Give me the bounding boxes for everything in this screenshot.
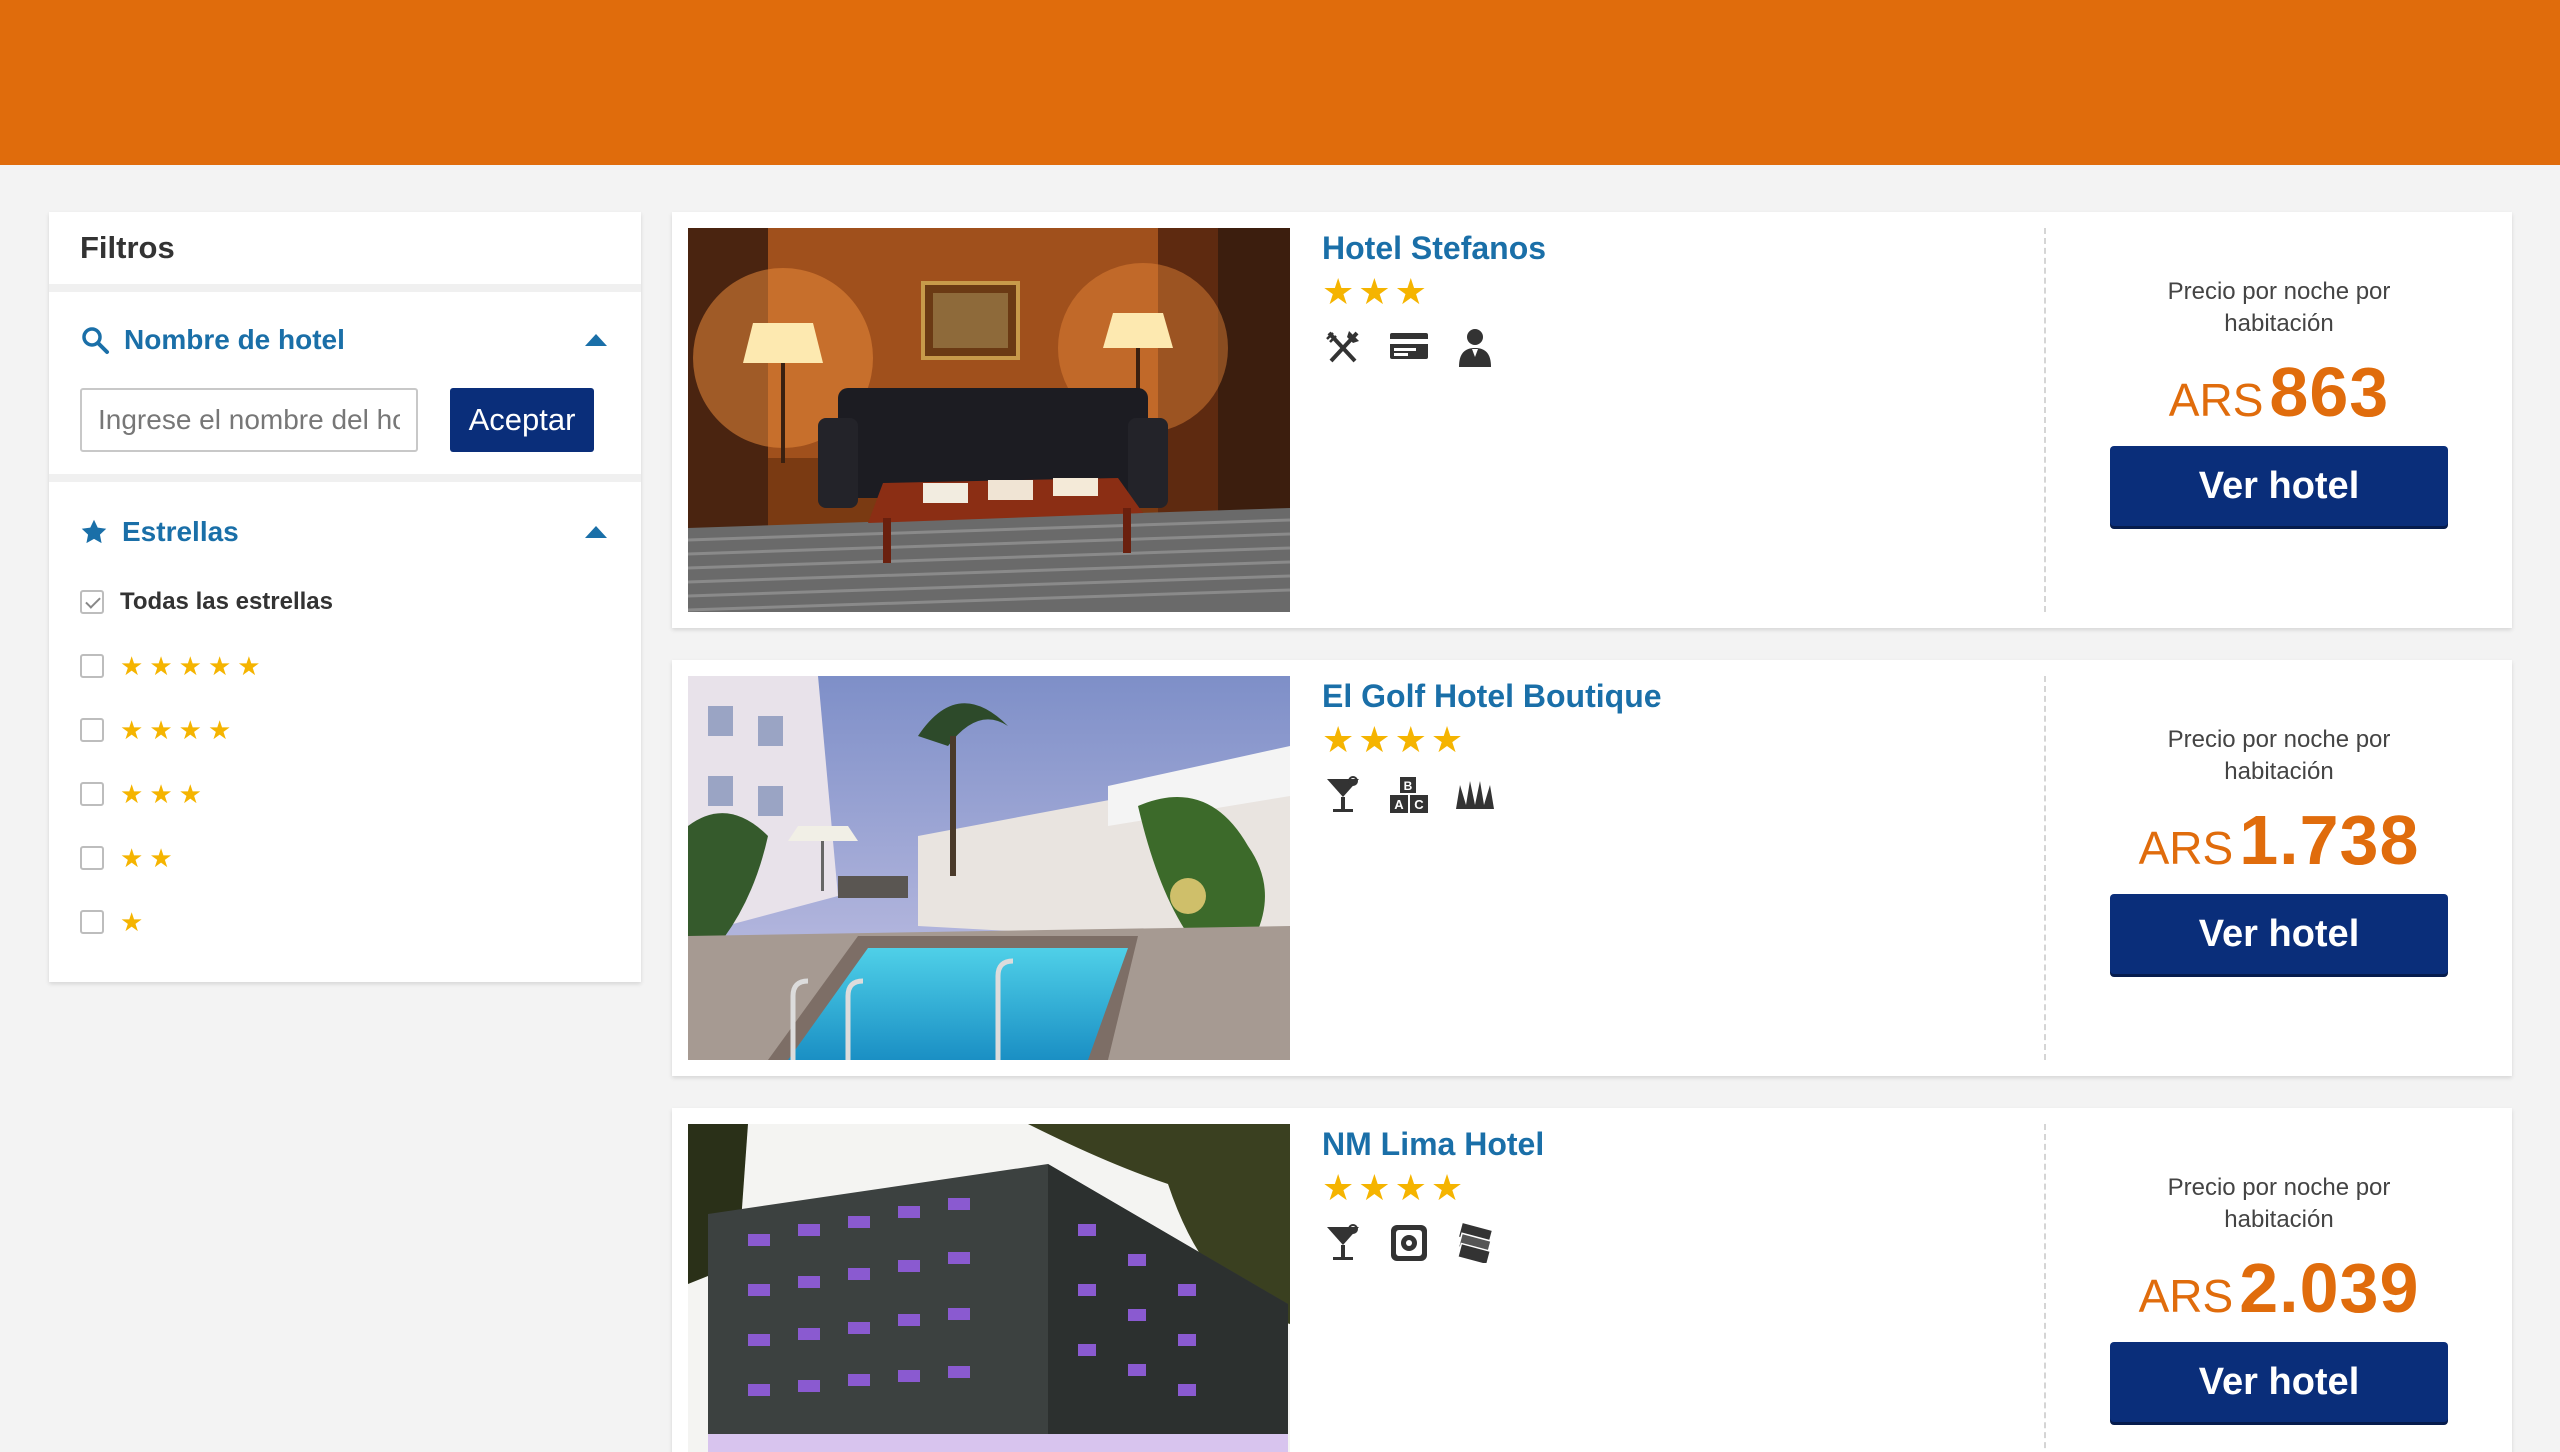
hotel-room-photo[interactable] xyxy=(688,228,1290,612)
bar-icon xyxy=(1322,774,1364,816)
price: ARS 2.039 xyxy=(2046,1248,2512,1328)
credit-card-icon xyxy=(1388,326,1430,368)
stars-filter-title: Estrellas xyxy=(122,516,239,547)
search-icon xyxy=(82,327,109,354)
stars-filter: Estrellas Todas las estrellas ★ ★ ★ ★ ★ ★ ★ ★ ★ ★… xyxy=(49,482,641,954)
star-filter-option-3[interactable]: ★ ★ ★ xyxy=(80,762,610,826)
all-stars-option[interactable]: Todas las estrellas xyxy=(80,570,610,634)
collapse-caret-icon[interactable] xyxy=(585,526,607,538)
hotel-name-link[interactable]: El Golf Hotel Boutique xyxy=(1322,676,2002,716)
star-icon: ★ xyxy=(120,843,144,873)
price-label: Precio por noche por habitación xyxy=(2167,278,2391,337)
concierge-icon xyxy=(1454,326,1496,368)
amenities xyxy=(1322,1222,2002,1264)
hotel-card: NM Lima Hotel ★ ★ ★ ★ Precio por noche por … xyxy=(672,1108,2512,1452)
restaurant-icon xyxy=(1322,326,1364,368)
collapse-caret-icon[interactable] xyxy=(585,334,607,346)
hotel-pool-photo[interactable] xyxy=(688,676,1290,1060)
star-icon: ★ xyxy=(237,651,261,681)
hotel-name-filter: Nombre de hotel Aceptar xyxy=(49,292,641,482)
star-icon: ★ xyxy=(207,651,232,681)
hotel-star-rating: ★ ★ ★ xyxy=(1322,272,2002,312)
currency-exchange-icon xyxy=(1454,1222,1496,1264)
price-label: Precio por noche por habitación xyxy=(2167,1174,2391,1233)
hotel-name-filter-title: Nombre de hotel xyxy=(124,324,345,355)
star-icon: ★ xyxy=(178,715,202,745)
star-icon: ★ xyxy=(178,779,202,809)
currency: ARS xyxy=(2138,822,2234,874)
star-icon: ★ xyxy=(120,651,144,681)
price-section: Precio por noche por habitación ARS 2.03… xyxy=(2046,1124,2512,1452)
price: ARS 863 xyxy=(2046,352,2512,432)
star-icon: ★ xyxy=(1430,719,1464,760)
star-filter-checkbox[interactable] xyxy=(80,910,104,934)
star-icon: ★ xyxy=(149,715,173,745)
svg-text:A: A xyxy=(1394,797,1404,812)
all-stars-label: Todas las estrellas xyxy=(120,588,333,615)
star-icon: ★ xyxy=(1322,719,1355,760)
price-amount: 1.738 xyxy=(2239,801,2420,879)
star-icon: ★ xyxy=(178,651,202,681)
hotel-star-rating: ★ ★ ★ ★ xyxy=(1322,720,2002,760)
star-icon: ★ xyxy=(1358,719,1391,760)
currency: ARS xyxy=(2138,1270,2234,1322)
star-icon: ★ xyxy=(149,843,173,873)
star-filter-option-4[interactable]: ★ ★ ★ ★ xyxy=(80,698,610,762)
currency: ARS xyxy=(2168,374,2264,426)
price-amount: 863 xyxy=(2269,353,2390,431)
svg-text:C: C xyxy=(1414,797,1424,812)
price-section: Precio por noche por habitación ARS 863 … xyxy=(2046,228,2512,612)
view-hotel-button[interactable]: Ver hotel xyxy=(2110,446,2448,526)
star-filter-checkbox[interactable] xyxy=(80,846,104,870)
star-filter-checkbox[interactable] xyxy=(80,654,104,678)
svg-text:B: B xyxy=(1404,779,1413,793)
star-icon: ★ xyxy=(207,715,232,745)
star-icon xyxy=(81,519,107,544)
star-filter-checkbox[interactable] xyxy=(80,782,104,806)
star-icon: ★ xyxy=(1394,271,1427,312)
star-icon: ★ xyxy=(1322,1167,1355,1208)
star-filter-option-2[interactable]: ★ ★ xyxy=(80,826,610,890)
star-icon: ★ xyxy=(120,715,144,745)
price-section: Precio por noche por habitación ARS 1.73… xyxy=(2046,676,2512,1060)
safe-box-icon xyxy=(1388,1222,1430,1264)
hotel-star-rating: ★ ★ ★ ★ xyxy=(1322,1168,2002,1208)
hotel-facade-photo[interactable] xyxy=(688,1124,1290,1452)
bar-icon xyxy=(1322,1222,1364,1264)
hotel-card: El Golf Hotel Boutique ★ ★ ★ ★ BAC Precio p… xyxy=(672,660,2512,1076)
star-icon: ★ xyxy=(1394,1167,1427,1208)
hotel-name-link[interactable]: NM Lima Hotel xyxy=(1322,1124,2002,1164)
all-stars-checkbox[interactable] xyxy=(80,590,104,614)
top-header-bar xyxy=(0,0,2560,165)
star-icon: ★ xyxy=(120,779,144,809)
star-filter-checkbox[interactable] xyxy=(80,718,104,742)
star-icon: ★ xyxy=(120,907,144,937)
amenities: BAC xyxy=(1322,774,2002,816)
price-amount: 2.039 xyxy=(2239,1249,2420,1327)
star-icon: ★ xyxy=(149,779,173,809)
star-icon: ★ xyxy=(1358,271,1391,312)
view-hotel-button[interactable]: Ver hotel xyxy=(2110,1342,2448,1422)
star-filter-option-1[interactable]: ★ xyxy=(80,890,610,954)
star-filter-option-5[interactable]: ★ ★ ★ ★ ★ xyxy=(80,634,610,698)
star-icon: ★ xyxy=(1322,271,1355,312)
star-icon: ★ xyxy=(1394,719,1427,760)
accept-button[interactable]: Aceptar xyxy=(450,388,594,452)
hotel-card: Hotel Stefanos ★ ★ ★ Precio por noche por … xyxy=(672,212,2512,628)
kids-club-icon: BAC xyxy=(1388,774,1430,816)
view-hotel-button[interactable]: Ver hotel xyxy=(2110,894,2448,974)
hotel-name-link[interactable]: Hotel Stefanos xyxy=(1322,228,2002,268)
price: ARS 1.738 xyxy=(2046,800,2512,880)
filters-panel: Filtros Nombre de hotel Aceptar Estrella… xyxy=(49,212,641,982)
hotel-name-filter-header[interactable]: Nombre de hotel xyxy=(80,292,610,388)
hotel-name-input[interactable] xyxy=(80,388,418,452)
garden-icon xyxy=(1454,774,1496,816)
amenities xyxy=(1322,326,2002,368)
filters-title: Filtros xyxy=(49,212,641,292)
star-icon: ★ xyxy=(149,651,173,681)
stars-filter-header[interactable]: Estrellas xyxy=(80,482,610,582)
price-label: Precio por noche por habitación xyxy=(2167,726,2391,785)
star-icon: ★ xyxy=(1430,1167,1464,1208)
star-icon: ★ xyxy=(1358,1167,1391,1208)
